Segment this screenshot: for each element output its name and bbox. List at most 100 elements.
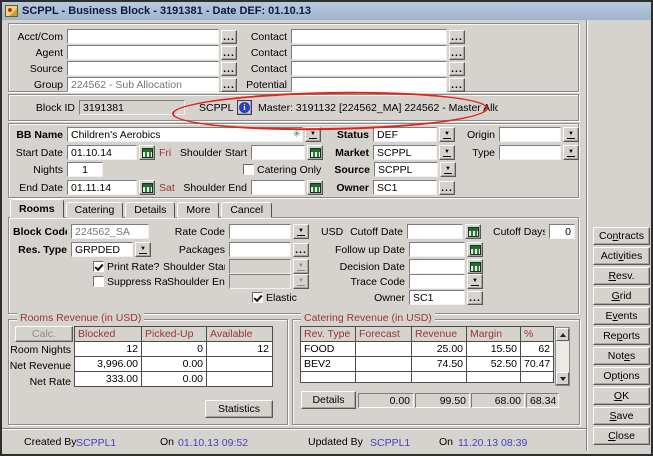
bb-name-input[interactable]: Children's Aerobics✳: [67, 127, 303, 142]
shoulder-end-input[interactable]: [251, 180, 305, 195]
contact1-lookup-button[interactable]: ...: [449, 30, 465, 44]
agent-input[interactable]: [67, 45, 219, 60]
market-lov-button[interactable]: ▼: [439, 145, 455, 160]
grid-button[interactable]: Grid: [593, 287, 650, 305]
contact3-lookup-button[interactable]: ...: [449, 62, 465, 76]
contact1-input[interactable]: [291, 29, 447, 44]
calendar-icon: [310, 183, 321, 193]
trace-code-lov-button[interactable]: ▼: [467, 274, 483, 289]
forecast-cell[interactable]: [355, 356, 412, 372]
market-input[interactable]: SCPPL: [373, 145, 437, 160]
contact3-input[interactable]: [291, 61, 447, 76]
type-input[interactable]: [499, 145, 561, 160]
table-row[interactable]: BEV2 74.50 52.50 70.47: [301, 357, 554, 372]
start-date-input[interactable]: 01.10.14: [67, 145, 137, 160]
cutoff-days-input[interactable]: 0: [549, 224, 575, 239]
cutoff-date-input[interactable]: [407, 224, 463, 239]
source-input[interactable]: [67, 61, 219, 76]
potential-input[interactable]: [291, 77, 447, 92]
nights-input[interactable]: 1: [67, 162, 103, 177]
status-lov-button[interactable]: ▼: [439, 127, 455, 142]
status-input[interactable]: DEF: [373, 127, 437, 142]
contact2-input[interactable]: [291, 45, 447, 60]
bb-name-lov-button[interactable]: ▼: [305, 127, 321, 142]
percent-cell[interactable]: [520, 371, 554, 383]
contact2-lookup-button[interactable]: ...: [449, 46, 465, 60]
tab-details[interactable]: Details: [125, 202, 175, 218]
start-date-calendar-button[interactable]: [139, 145, 155, 160]
owner2-input[interactable]: SC1: [409, 290, 465, 305]
table-row-empty[interactable]: [301, 372, 554, 383]
suppress-rate-checkbox[interactable]: [93, 276, 104, 287]
decision-calendar-button[interactable]: [467, 259, 483, 274]
cutoff-date-calendar-button[interactable]: [465, 224, 481, 239]
margin-cell[interactable]: 15.50: [466, 341, 521, 357]
res-type-input[interactable]: GRPDED: [71, 242, 133, 257]
statistics-button[interactable]: Statistics: [205, 400, 273, 418]
follow-up-calendar-button[interactable]: [467, 242, 483, 257]
margin-cell[interactable]: 52.50: [466, 356, 521, 372]
table-scrollbar[interactable]: [555, 327, 570, 386]
rev-type-cell[interactable]: FOOD: [300, 341, 356, 357]
shoulder-start-calendar-button[interactable]: [307, 145, 323, 160]
revenue-cell[interactable]: 25.00: [411, 341, 467, 357]
trace-code-input[interactable]: [409, 274, 465, 289]
acct-com-label: Acct/Com: [13, 31, 63, 43]
print-rate-checkbox[interactable]: [93, 261, 104, 272]
close-button[interactable]: Close: [593, 427, 650, 445]
tab-cancel[interactable]: Cancel: [221, 202, 272, 218]
packages-lookup-button[interactable]: ...: [293, 243, 309, 257]
percent-cell[interactable]: 70.47: [520, 356, 554, 372]
follow-up-date-input[interactable]: [409, 242, 465, 257]
percent-cell[interactable]: 62: [520, 341, 554, 357]
catering-only-checkbox[interactable]: [243, 164, 254, 175]
rev-type-cell[interactable]: BEV2: [300, 356, 356, 372]
table-row[interactable]: FOOD 25.00 15.50 62: [301, 342, 554, 357]
revenue-cell[interactable]: [411, 371, 467, 383]
origin-input[interactable]: [499, 127, 561, 142]
scroll-down-button[interactable]: [556, 372, 569, 385]
contracts-button[interactable]: Contracts: [593, 227, 650, 245]
end-date-calendar-button[interactable]: [139, 180, 155, 195]
reports-button[interactable]: Reports: [593, 327, 650, 345]
source2-lov-button[interactable]: ▼: [440, 162, 456, 177]
origin-lov-button[interactable]: ▼: [563, 127, 579, 142]
options-button[interactable]: Options: [593, 367, 650, 385]
events-button[interactable]: Events: [593, 307, 650, 325]
rate-code-lov-button[interactable]: ▼: [293, 224, 309, 239]
tab-catering[interactable]: Catering: [66, 202, 124, 218]
shoulder-start-input[interactable]: [251, 145, 305, 160]
packages-input[interactable]: [229, 242, 291, 257]
group-label: Group: [13, 79, 63, 91]
owner-lookup-button[interactable]: ...: [439, 181, 455, 195]
tab-more[interactable]: More: [177, 202, 219, 218]
activities-button[interactable]: Activities: [593, 247, 650, 265]
forecast-cell[interactable]: [355, 341, 412, 357]
forecast-cell[interactable]: [355, 371, 412, 383]
decision-date-input[interactable]: [409, 259, 465, 274]
ok-button[interactable]: OK: [593, 387, 650, 405]
margin-cell[interactable]: [466, 371, 521, 383]
owner2-lookup-button[interactable]: ...: [467, 291, 483, 305]
scroll-up-button[interactable]: [556, 328, 569, 341]
potential-lookup-button[interactable]: ...: [449, 78, 465, 92]
rate-code-input[interactable]: [229, 224, 291, 239]
rev-type-cell[interactable]: [300, 371, 356, 383]
end-date-input[interactable]: 01.11.14: [67, 180, 137, 195]
shoulder-end-calendar-button[interactable]: [307, 180, 323, 195]
elastic-checkbox[interactable]: [252, 292, 263, 303]
source2-input[interactable]: SCPPL: [374, 162, 438, 177]
status-label: Status: [329, 129, 369, 141]
res-type-lov-button[interactable]: ▼: [135, 242, 151, 257]
revenue-cell[interactable]: 74.50: [411, 356, 467, 372]
table-row: 3,996.00 0.00: [75, 357, 273, 372]
save-button[interactable]: Save: [593, 407, 650, 425]
owner-input[interactable]: SC1: [373, 180, 437, 195]
notes-button[interactable]: Notes: [593, 347, 650, 365]
acct-com-input[interactable]: [67, 29, 219, 44]
type-lov-button[interactable]: ▼: [563, 145, 579, 160]
master-info-button[interactable]: i: [237, 100, 252, 115]
details-button[interactable]: Details: [301, 391, 356, 409]
tab-rooms[interactable]: Rooms: [10, 199, 64, 218]
resv-button[interactable]: Resv.: [593, 267, 650, 285]
